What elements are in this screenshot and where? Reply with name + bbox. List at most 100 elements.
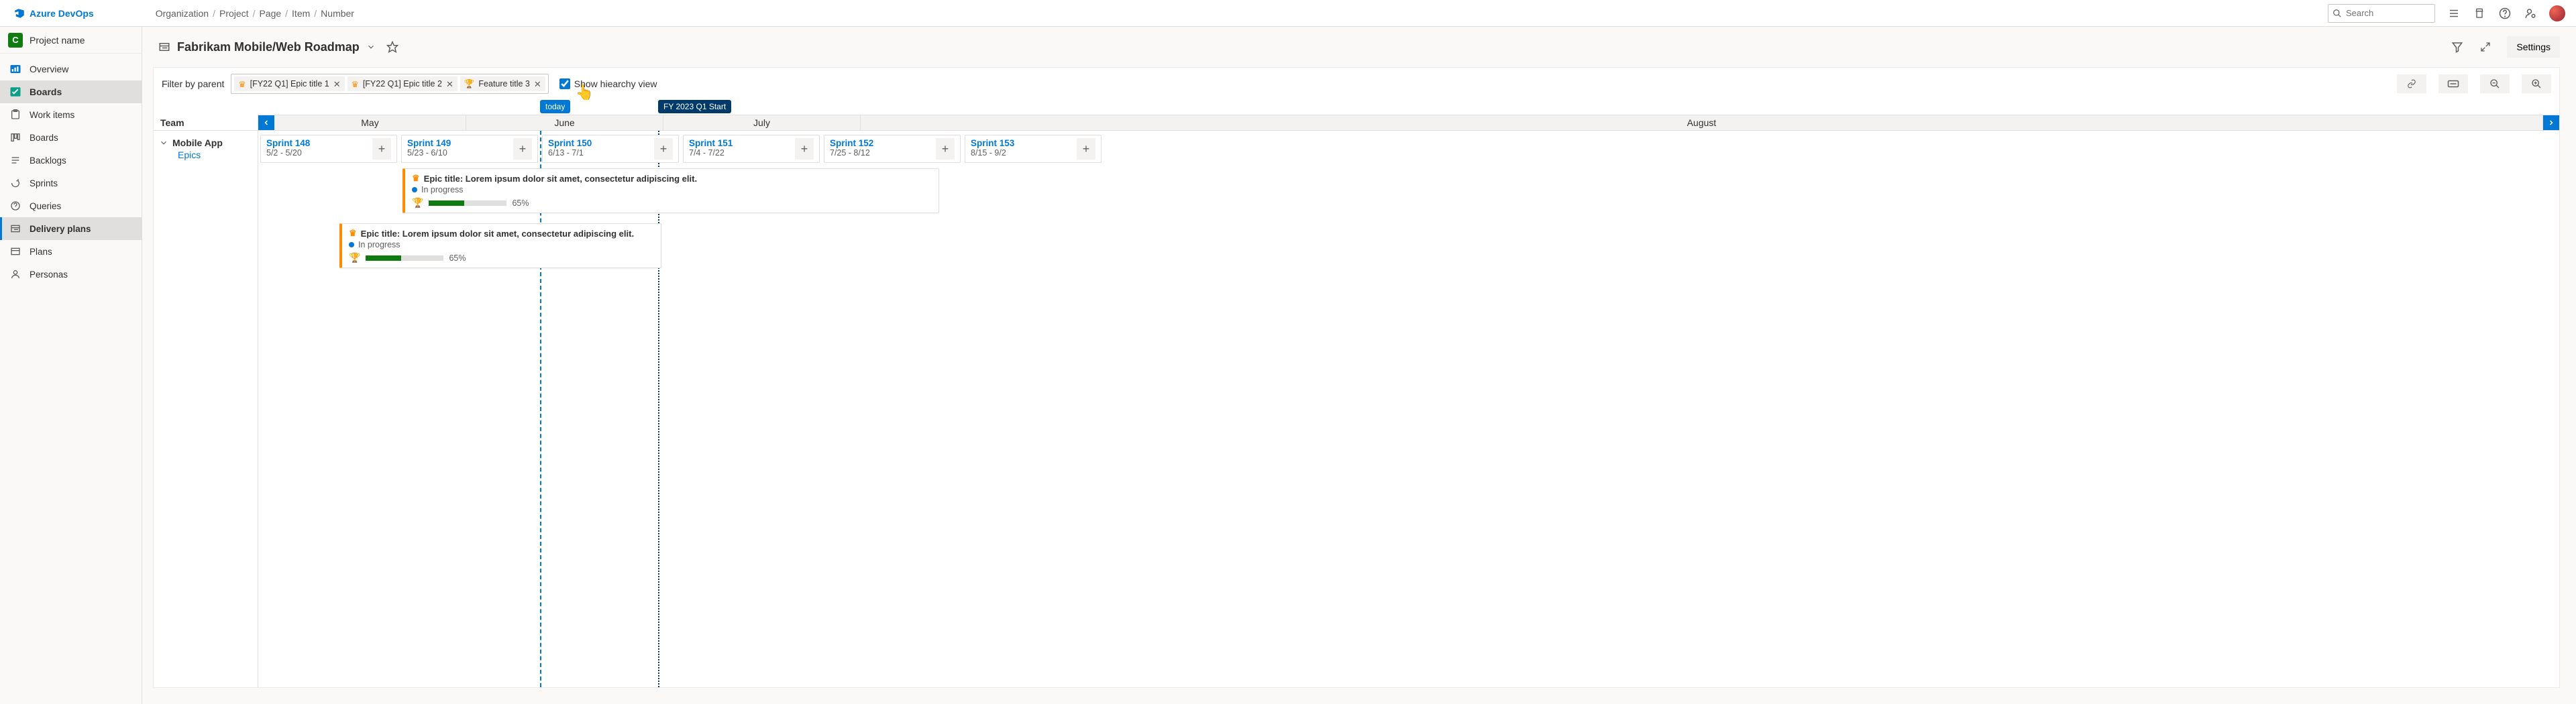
project-header[interactable]: C Project name (0, 27, 142, 54)
sidebar-item-label: Backlogs (30, 156, 66, 166)
epic-card[interactable]: ♛Epic title: Lorem ipsum dolor sit amet,… (402, 168, 939, 213)
crumb-item[interactable]: Item (292, 8, 310, 19)
marketplace-icon[interactable] (2473, 7, 2486, 20)
sprint-title[interactable]: Sprint 153 (971, 138, 1071, 148)
month-header: July (663, 115, 861, 130)
add-item-button[interactable]: + (795, 138, 814, 160)
scroll-right-button[interactable] (2543, 115, 2559, 130)
sprint-cell[interactable]: Sprint 1506/13 - 7/1 + (542, 135, 679, 163)
hierarchy-label: Show hiearchy view (574, 78, 657, 89)
page-title: Fabrikam Mobile/Web Roadmap (177, 40, 360, 54)
user-settings-icon[interactable] (2524, 7, 2537, 20)
chevron-down-icon (159, 138, 168, 148)
backlogs-icon (9, 154, 21, 166)
crumb-number[interactable]: Number (321, 8, 354, 19)
kanban-icon (9, 131, 21, 143)
sprint-title[interactable]: Sprint 151 (689, 138, 790, 148)
today-marker: today (540, 100, 570, 113)
month-header: June (466, 115, 663, 130)
sprint-dates: 5/23 - 6/10 (407, 148, 508, 158)
work-items-icon (9, 109, 21, 121)
settings-button[interactable]: Settings (2507, 36, 2560, 58)
add-item-button[interactable]: + (372, 138, 391, 160)
sprint-title[interactable]: Sprint 148 (266, 138, 367, 148)
sprint-dates: 5/2 - 5/20 (266, 148, 367, 158)
sprint-dates: 7/4 - 7/22 (689, 148, 790, 158)
filter-chip[interactable]: ♛ [FY22 Q1] Epic title 1 ✕ (234, 76, 344, 91)
progress-percent: 65% (449, 253, 466, 263)
sprint-cell[interactable]: Sprint 1527/25 - 8/12 + (824, 135, 961, 163)
search-input[interactable] (2346, 8, 2430, 18)
progress-bar (429, 200, 506, 206)
epic-icon: ♛ (238, 79, 246, 89)
milestone-marker: FY 2023 Q1 Start (658, 100, 731, 113)
sidebar-item-personas[interactable]: Personas (0, 263, 142, 286)
hierarchy-toggle[interactable]: Show hiearchy view 👆 (559, 78, 657, 89)
epic-icon: ♛ (349, 228, 357, 239)
add-item-button[interactable]: + (1077, 138, 1095, 160)
sprint-dates: 6/13 - 7/1 (548, 148, 649, 158)
sidebar-item-boards[interactable]: Boards (0, 80, 142, 103)
brand-link[interactable]: Azure DevOps (5, 7, 102, 19)
sidebar-item-queries[interactable]: Queries (0, 194, 142, 217)
team-expand-row[interactable]: Mobile App (159, 137, 252, 148)
crumb-page[interactable]: Page (259, 8, 281, 19)
scroll-left-button[interactable] (258, 115, 274, 130)
favorite-button[interactable] (386, 41, 398, 53)
list-icon[interactable] (2447, 7, 2461, 20)
crumb-project[interactable]: Project (219, 8, 249, 19)
add-item-button[interactable]: + (513, 138, 532, 160)
chip-remove[interactable]: ✕ (446, 80, 453, 89)
fullscreen-icon[interactable] (2475, 36, 2496, 58)
sidebar-item-label: Boards (30, 133, 58, 143)
sprint-cell[interactable]: Sprint 1517/4 - 7/22 + (683, 135, 820, 163)
sidebar-item-plans[interactable]: Plans (0, 240, 142, 263)
sprint-cell[interactable]: Sprint 1495/23 - 6/10 + (401, 135, 538, 163)
plans-icon (9, 245, 21, 257)
sidebar-item-work-items[interactable]: Work items (0, 103, 142, 126)
add-item-button[interactable]: + (936, 138, 955, 160)
chip-remove[interactable]: ✕ (534, 80, 541, 89)
filter-chip-input[interactable]: ♛ [FY22 Q1] Epic title 1 ✕ ♛ [FY22 Q1] E… (231, 74, 548, 94)
dependencies-button[interactable] (2397, 74, 2426, 93)
title-dropdown[interactable] (366, 42, 376, 52)
epic-card[interactable]: ♛Epic title: Lorem ipsum dolor sit amet,… (339, 223, 661, 268)
feature-icon: 🏆 (349, 252, 360, 263)
sidebar-item-sprints[interactable]: Sprints (0, 172, 142, 194)
team-column-header: Team (154, 115, 258, 131)
sidebar-item-delivery-plans[interactable]: Delivery plans (0, 217, 142, 240)
sidebar-item-boards-sub[interactable]: Boards (0, 126, 142, 149)
sprint-title[interactable]: Sprint 150 (548, 138, 649, 148)
search-input-container[interactable] (2328, 4, 2435, 23)
sprint-cell[interactable]: Sprint 1485/2 - 5/20 + (260, 135, 397, 163)
epic-icon: ♛ (412, 173, 420, 184)
status-dot (412, 187, 417, 192)
sprint-cell[interactable]: Sprint 1538/15 - 9/2 + (965, 135, 1102, 163)
chip-text: Feature title 3 (478, 79, 529, 89)
personas-icon (9, 268, 21, 280)
team-backlog-link[interactable]: Epics (178, 150, 252, 160)
sprint-title[interactable]: Sprint 149 (407, 138, 508, 148)
field-criteria-button[interactable] (2438, 74, 2468, 93)
zoom-in-button[interactable] (2522, 74, 2551, 93)
sidebar-item-label: Sprints (30, 178, 58, 188)
crumb-organization[interactable]: Organization (156, 8, 209, 19)
filter-icon[interactable] (2447, 36, 2468, 58)
progress-percent: 65% (512, 198, 529, 208)
chip-remove[interactable]: ✕ (333, 80, 341, 89)
help-icon[interactable] (2498, 7, 2512, 20)
filter-chip[interactable]: 🏆 Feature title 3 ✕ (460, 76, 545, 91)
sidebar-item-overview[interactable]: Overview (0, 58, 142, 80)
azure-devops-icon (13, 7, 25, 19)
milestone-line (658, 131, 659, 687)
add-item-button[interactable]: + (654, 138, 673, 160)
sidebar-item-backlogs[interactable]: Backlogs (0, 149, 142, 172)
filter-chip[interactable]: ♛ [FY22 Q1] Epic title 2 ✕ (347, 76, 458, 91)
sprint-title[interactable]: Sprint 152 (830, 138, 930, 148)
chip-text: [FY22 Q1] Epic title 2 (363, 79, 442, 89)
feature-icon: 🏆 (464, 79, 475, 89)
card-status: In progress (421, 185, 464, 194)
hierarchy-checkbox[interactable] (559, 78, 570, 89)
zoom-out-button[interactable] (2480, 74, 2510, 93)
avatar[interactable] (2549, 5, 2565, 21)
